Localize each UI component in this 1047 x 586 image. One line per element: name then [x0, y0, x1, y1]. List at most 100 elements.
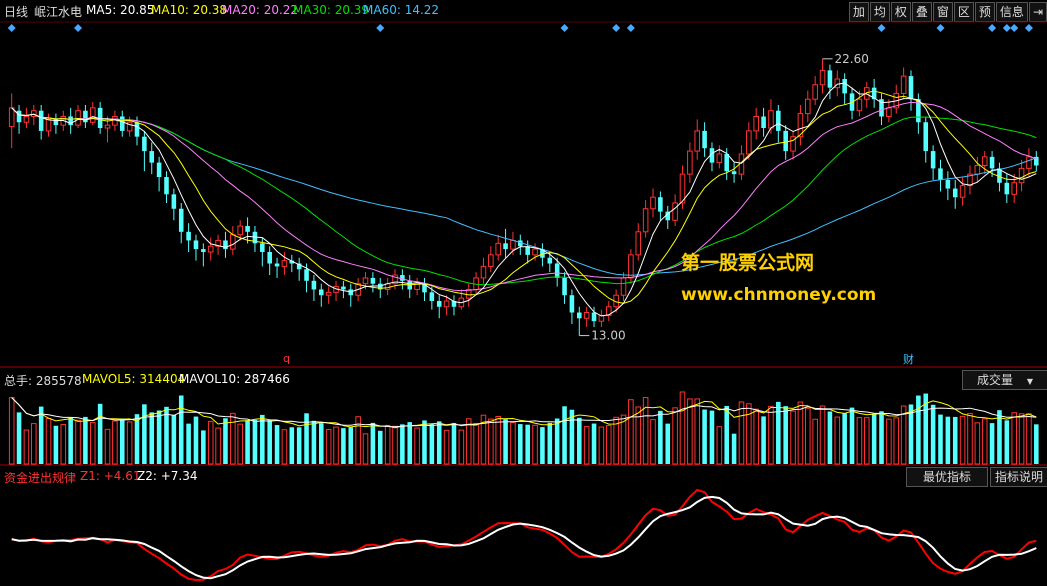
candle-body [230, 234, 236, 250]
candle-body [908, 76, 914, 100]
candle-body [981, 156, 988, 166]
volume-bar [97, 403, 103, 464]
candle-body [650, 196, 656, 210]
volume-bar [149, 412, 155, 464]
candle-body [83, 110, 88, 123]
volume-bar [577, 417, 582, 464]
volume-bar [547, 422, 553, 464]
candle-body [348, 289, 354, 296]
volume-bar [164, 406, 169, 464]
volume-bar [981, 418, 988, 465]
candle-body [768, 110, 774, 129]
mavol10-value: MAVOL10: 287466 [179, 372, 290, 386]
volume-bar [650, 419, 656, 465]
candle-body [930, 151, 936, 169]
candle-body [186, 231, 191, 241]
stock-chart[interactable]: 22.60 13.00 q 财 [0, 0, 1047, 586]
candle-body [8, 107, 15, 128]
volume-bar [916, 395, 921, 464]
candle-body [201, 249, 206, 252]
volume-bar [952, 416, 958, 464]
volume-bar [1026, 413, 1032, 465]
candle-body [319, 289, 324, 296]
candle-body [783, 130, 788, 152]
volume-bar [672, 407, 678, 465]
ma10-line [11, 90, 1037, 304]
volume-bar [1034, 424, 1039, 464]
volume-bar [562, 406, 567, 464]
volume-bar [45, 417, 52, 465]
volume-bar [842, 413, 847, 464]
candle-body [1026, 156, 1032, 169]
candle-body [436, 300, 442, 307]
volume-bar [31, 423, 37, 465]
volume-bar [665, 423, 671, 464]
candle-body [532, 248, 538, 256]
volume-bar [886, 418, 892, 465]
candle-body [104, 124, 111, 129]
volume-bar [296, 427, 302, 464]
volume-bar [598, 426, 605, 465]
candle-body [989, 156, 995, 169]
volume-bar [510, 422, 516, 465]
candle-body [488, 254, 494, 267]
low-price-label: 13.00 [591, 329, 625, 343]
marker-cai: 财 [903, 352, 914, 366]
candle-body [952, 188, 958, 198]
candle-body [260, 243, 265, 252]
candle-body [923, 122, 929, 152]
volume-bar [171, 414, 177, 464]
signal-diamond-icon [1010, 24, 1019, 32]
volume-bar [938, 414, 943, 464]
best-indicator-button[interactable]: 最优指标 [906, 467, 988, 487]
signal-diamond-icon [1024, 24, 1033, 32]
volume-bar [348, 427, 354, 464]
volume-bar [790, 410, 796, 465]
volume-bar [488, 418, 494, 465]
candle-body [193, 240, 199, 250]
volume-bar [1018, 413, 1025, 465]
candle-body [591, 312, 597, 322]
volume-bar [230, 412, 236, 465]
volume-bar [341, 428, 346, 464]
candle-body [945, 179, 951, 189]
candle-body [341, 286, 346, 290]
candle-body [628, 254, 634, 279]
volume-bar [834, 416, 841, 465]
volume-bar [819, 405, 826, 465]
candlestick-series [8, 58, 1039, 336]
candle-body [89, 107, 96, 123]
volume-bar [289, 427, 295, 464]
volume-bar [451, 422, 457, 464]
volume-bar [274, 425, 280, 464]
volume-bar [967, 412, 973, 465]
candle-body [281, 260, 288, 267]
volume-indicator-button[interactable]: 成交量 ▼ [962, 370, 1047, 390]
candle-body [959, 185, 966, 198]
volume-bar [753, 408, 759, 465]
candle-body [23, 115, 30, 123]
volume-bar [628, 399, 634, 465]
volume-bar [768, 405, 774, 465]
candle-body [856, 98, 863, 112]
volume-bar [193, 416, 199, 464]
volume-bar [304, 413, 309, 464]
indicator-help-button[interactable]: 指标说明 [990, 467, 1047, 487]
candle-body [569, 295, 575, 313]
candle-body [31, 110, 37, 117]
volume-bar [68, 417, 73, 464]
volume-bar [731, 433, 737, 464]
volume-bar [104, 428, 111, 465]
volume-bar [738, 401, 745, 465]
candle-body [171, 194, 177, 209]
volume-bar [812, 418, 818, 465]
signal-diamond-icon [626, 24, 635, 32]
signal-diamonds [7, 24, 1033, 32]
volume-bar [53, 425, 59, 464]
candle-body [429, 292, 435, 301]
candle-body [362, 277, 369, 285]
volume-bar [223, 418, 228, 464]
candle-body [156, 162, 162, 178]
indicator-name: 资金进出规律 [4, 471, 77, 485]
volume-indicator-label: 成交量 [977, 373, 1014, 387]
